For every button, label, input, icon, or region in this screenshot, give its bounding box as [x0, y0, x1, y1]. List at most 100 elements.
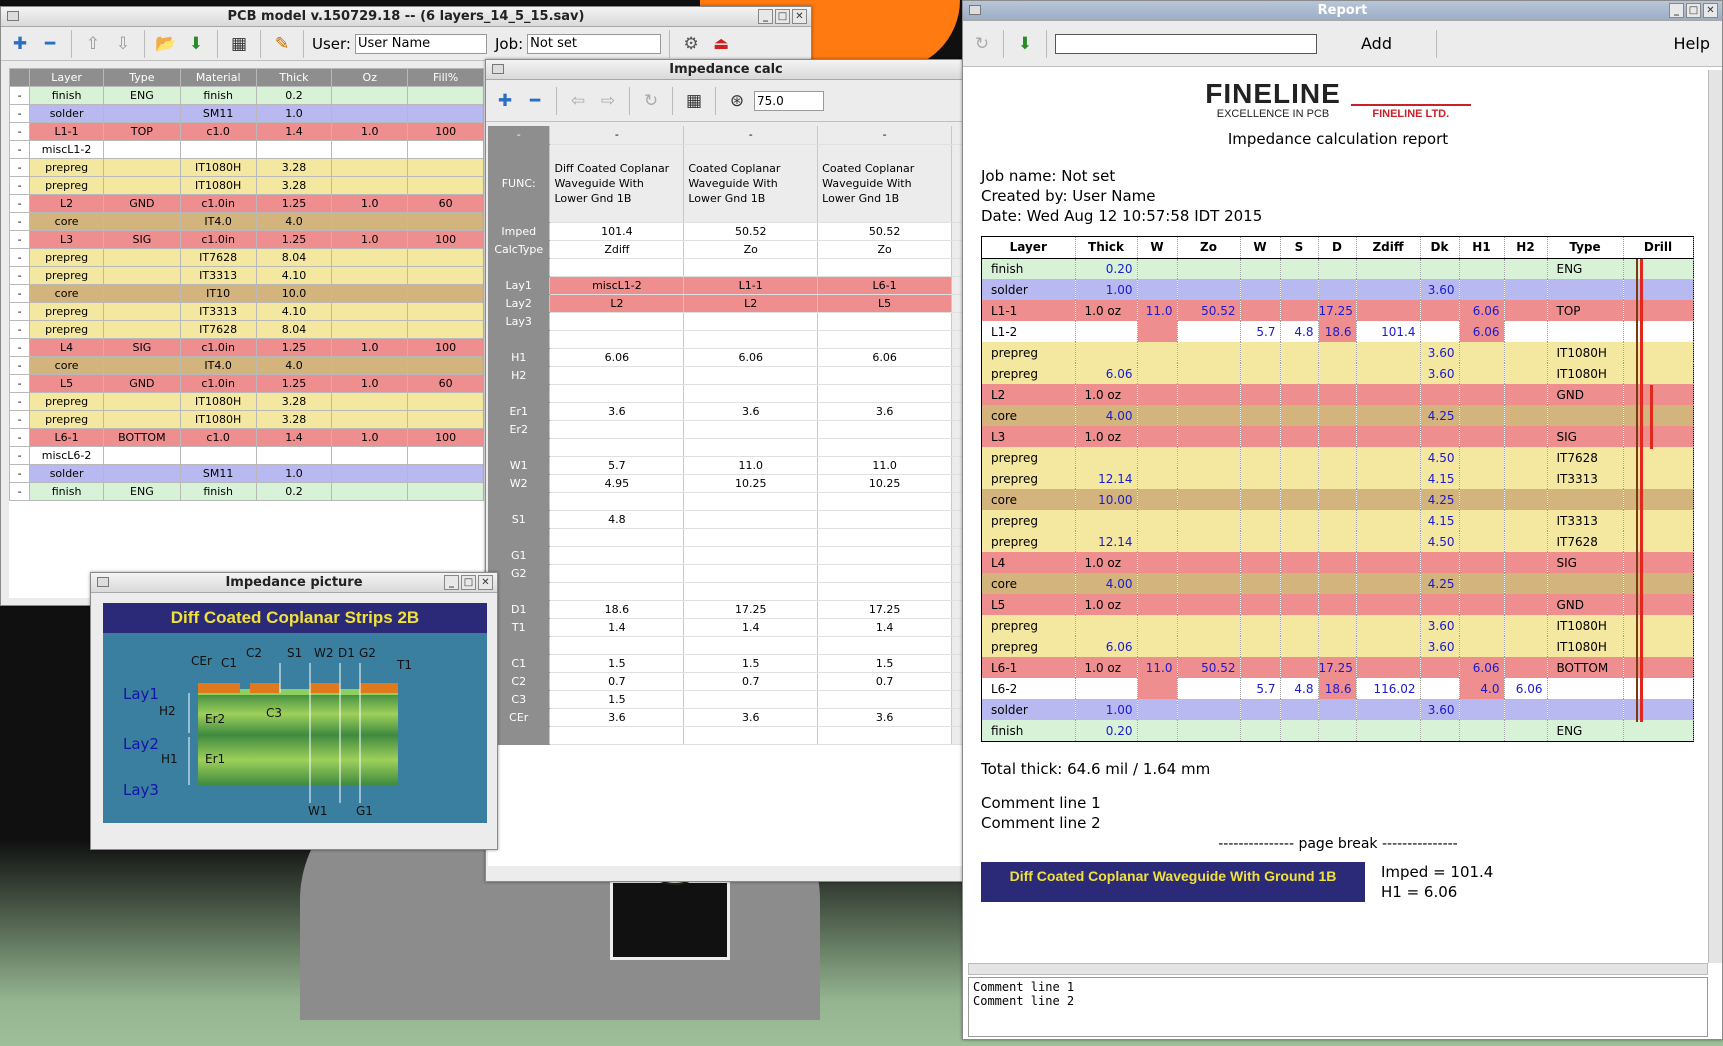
layer-cell[interactable]: 10.0: [255, 284, 333, 303]
layer-cell[interactable]: 1.0: [331, 374, 409, 393]
param-value[interactable]: [549, 330, 685, 349]
move-up-icon[interactable]: ⇧: [80, 31, 106, 57]
layer-cell[interactable]: [331, 464, 409, 483]
param-value[interactable]: L2: [549, 294, 685, 313]
layer-cell[interactable]: 60: [407, 194, 484, 213]
layer-col-header[interactable]: [9, 68, 31, 87]
param-value[interactable]: [817, 582, 952, 601]
layer-cell[interactable]: 1.0: [331, 194, 409, 213]
layer-cell[interactable]: 0.2: [255, 482, 333, 501]
layer-remove-button[interactable]: -: [9, 302, 31, 321]
layer-col-header[interactable]: Type: [102, 68, 181, 87]
param-value[interactable]: 101.4: [549, 222, 685, 241]
param-value[interactable]: 6.06: [683, 348, 819, 367]
param-value[interactable]: 5.7: [549, 456, 685, 475]
layer-row[interactable]: - prepreg IT1080H 3.28: [9, 158, 484, 177]
param-value[interactable]: 3.6: [549, 708, 685, 727]
layer-cell[interactable]: [179, 446, 257, 465]
layer-row[interactable]: - L5 GND c1.0in 1.25 1.0 60: [9, 374, 484, 393]
layer-cell[interactable]: [331, 104, 409, 123]
param-value[interactable]: [817, 564, 952, 583]
layer-cell[interactable]: 0.2: [255, 86, 333, 105]
layer-row[interactable]: - core IT4.0 4.0: [9, 356, 484, 375]
layer-cell[interactable]: 60: [407, 374, 484, 393]
notes-icon[interactable]: ✎: [269, 31, 295, 57]
layer-cell[interactable]: [331, 356, 409, 375]
settings-gear-icon[interactable]: ⚙: [678, 31, 704, 57]
param-value[interactable]: 50.52: [817, 222, 952, 241]
func-cell[interactable]: Diff Coated Coplanar Waveguide With Lowe…: [549, 144, 685, 223]
layer-row[interactable]: - finish ENG finish 0.2: [9, 86, 484, 105]
layer-remove-button[interactable]: -: [9, 122, 31, 141]
param-value[interactable]: 0.7: [683, 672, 819, 691]
layer-cell[interactable]: 1.0: [331, 122, 409, 141]
layer-cell[interactable]: miscL6-2: [29, 446, 104, 465]
close-icon[interactable]: ✕: [1703, 3, 1718, 18]
layer-cell[interactable]: [102, 446, 181, 465]
layer-cell[interactable]: IT1080H: [179, 392, 257, 411]
layer-remove-button[interactable]: -: [9, 140, 31, 159]
param-value[interactable]: 1.4: [817, 618, 952, 637]
col-header[interactable]: -: [683, 126, 819, 145]
layer-row[interactable]: - prepreg IT3313 4.10: [9, 266, 484, 285]
layer-cell[interactable]: 3.28: [255, 410, 333, 429]
param-value[interactable]: [683, 510, 819, 529]
layer-cell[interactable]: IT4.0: [179, 212, 257, 231]
layer-remove-button[interactable]: -: [9, 248, 31, 267]
exit-icon[interactable]: ⏏: [708, 31, 734, 57]
window-menu-icon[interactable]: [492, 64, 504, 74]
param-value[interactable]: 4.95: [549, 474, 685, 493]
user-input[interactable]: [354, 33, 487, 54]
param-value[interactable]: [817, 726, 952, 745]
add-layer-icon[interactable]: ✚: [7, 31, 33, 57]
layer-cell[interactable]: 100: [407, 338, 484, 357]
layer-cell[interactable]: L6-1: [29, 428, 104, 447]
layer-cell[interactable]: [407, 284, 484, 303]
param-value[interactable]: [817, 330, 952, 349]
param-value[interactable]: 18.6: [549, 600, 685, 619]
func-cell[interactable]: Coated Coplanar Waveguide With Lower Gnd…: [683, 144, 819, 223]
layer-cell[interactable]: 1.0: [331, 428, 409, 447]
param-value[interactable]: miscL1-2: [549, 276, 685, 295]
param-value[interactable]: [549, 564, 685, 583]
minimize-icon[interactable]: _: [444, 575, 459, 590]
layer-remove-button[interactable]: -: [9, 320, 31, 339]
layer-cell[interactable]: L5: [29, 374, 104, 393]
add-calc-icon[interactable]: ✚: [492, 88, 518, 114]
layer-cell[interactable]: [331, 482, 409, 501]
layer-cell[interactable]: 1.0: [331, 230, 409, 249]
param-value[interactable]: 6.06: [817, 348, 952, 367]
param-value[interactable]: [549, 384, 685, 403]
layer-row[interactable]: - L2 GND c1.0in 1.25 1.0 60: [9, 194, 484, 213]
param-value[interactable]: 17.25: [817, 600, 952, 619]
param-value[interactable]: [549, 312, 685, 331]
zoom-input[interactable]: [754, 90, 824, 111]
layer-cell[interactable]: IT1080H: [179, 158, 257, 177]
layer-row[interactable]: - core IT4.0 4.0: [9, 212, 484, 231]
layer-cell[interactable]: 1.0: [331, 338, 409, 357]
layer-cell[interactable]: miscL1-2: [29, 140, 104, 159]
param-value[interactable]: [683, 636, 819, 655]
layer-cell[interactable]: finish: [179, 482, 257, 501]
layer-cell[interactable]: [102, 392, 181, 411]
param-value[interactable]: 0.7: [549, 672, 685, 691]
layer-cell[interactable]: [407, 266, 484, 285]
layer-cell[interactable]: prepreg: [29, 410, 104, 429]
param-value[interactable]: L2: [683, 294, 819, 313]
param-value[interactable]: L1-1: [683, 276, 819, 295]
param-value[interactable]: [817, 546, 952, 565]
param-value[interactable]: [817, 690, 952, 709]
layer-row[interactable]: - L1-1 TOP c1.0 1.4 1.0 100: [9, 122, 484, 141]
close-icon[interactable]: ✕: [478, 575, 493, 590]
layer-cell[interactable]: [102, 320, 181, 339]
layer-col-header[interactable]: Oz: [331, 68, 409, 87]
layer-cell[interactable]: [102, 176, 181, 195]
layer-cell[interactable]: [102, 140, 181, 159]
layer-cell[interactable]: 4.10: [255, 302, 333, 321]
layer-cell[interactable]: c1.0in: [179, 230, 257, 249]
layer-cell[interactable]: 1.0: [255, 464, 333, 483]
layer-row[interactable]: - solder SM11 1.0: [9, 464, 484, 483]
layer-row[interactable]: - solder SM11 1.0: [9, 104, 484, 123]
param-value[interactable]: [683, 312, 819, 331]
maximize-icon[interactable]: □: [775, 9, 790, 24]
